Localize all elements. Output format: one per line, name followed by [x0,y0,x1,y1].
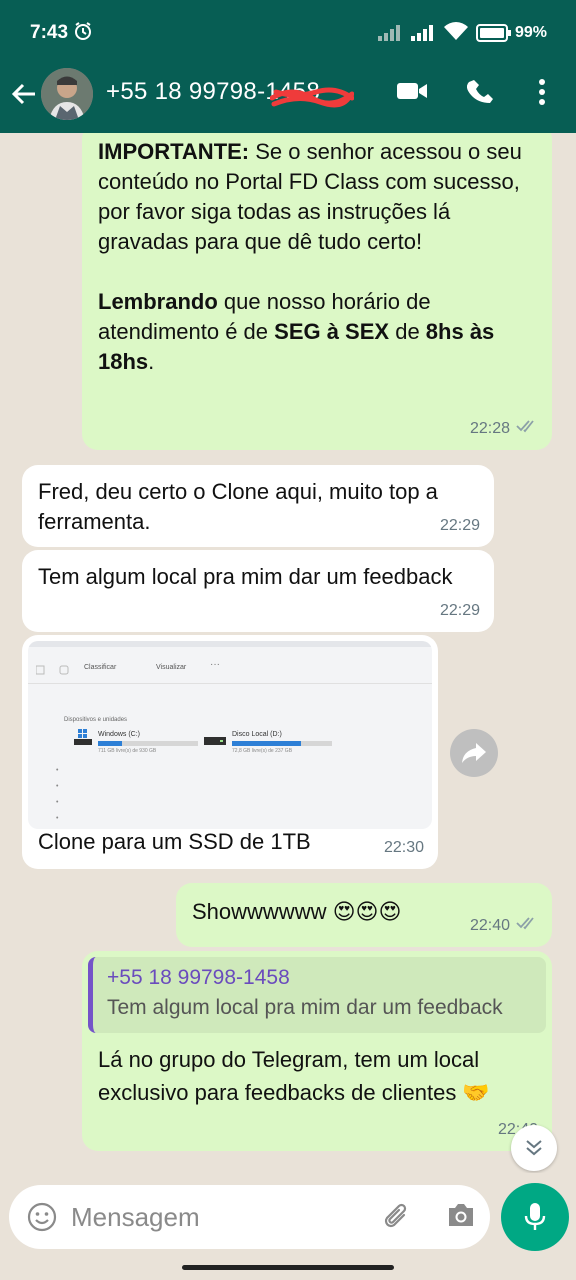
camera-icon[interactable] [446,1202,476,1233]
status-time: 7:43 [30,22,69,43]
message-time: 22:28 [469,420,510,437]
video-call-icon[interactable] [396,80,428,107]
alarm-icon [73,21,93,46]
message-meta: 22:30 [384,833,424,863]
voice-message-button[interactable] [501,1183,569,1251]
chat-area[interactable]: IMPORTANTE: Se o senhor acessou o seu co… [0,133,576,1173]
message-meta: 22:40 [470,911,538,941]
wifi-icon [443,20,469,47]
message-time: 22:30 [383,839,424,856]
message-text: de [389,319,426,344]
message-meta: 22:28 [470,414,538,444]
composer-field[interactable] [9,1185,490,1249]
drive2-name: Disco Local (D:) [232,731,282,738]
message-incoming-image[interactable]: Classificar Visualizar ··· Dispositivos … [22,635,438,869]
devices-section-label: Dispositivos e unidades [64,717,128,723]
microphone-icon [524,1203,546,1230]
message-text: . [148,349,155,374]
double-check-icon [516,911,538,941]
message-text: Lá no grupo do Telegram, tem um local ex… [98,1047,490,1105]
drive1-bar-fill [98,741,122,746]
forward-icon [462,743,486,763]
list-bullet-icon: • [56,767,59,774]
more-options-icon[interactable] [537,78,547,111]
forward-button[interactable] [450,729,498,777]
signal-icon [378,23,406,46]
toolbar-more-icon: ··· [210,659,220,670]
drive1-bar [98,741,198,746]
drive-windows-icon [74,729,92,745]
list-bullet-icon: • [56,783,59,790]
battery-level: 99% [515,24,548,41]
explorer-toolbar-icons [36,665,69,675]
gesture-navigation-bar [182,1265,394,1270]
toolbar-sort: Classificar [84,664,117,671]
message-outgoing-important[interactable]: IMPORTANTE: Se o senhor acessou o seu co… [82,133,552,450]
attach-icon[interactable] [382,1201,412,1238]
message-incoming[interactable]: Fred, deu certo o Clone aqui, muito top … [22,465,494,547]
drive-local-icon [204,737,226,745]
scroll-to-bottom-button[interactable] [511,1125,557,1171]
message-bold: SEG à SEX [274,319,390,344]
avatar[interactable] [41,68,93,120]
image-attachment[interactable]: Classificar Visualizar ··· Dispositivos … [28,641,432,829]
phone-call-icon[interactable] [466,78,495,111]
message-outgoing[interactable]: Showwwwww 😍😍😍 22:40 [176,883,552,947]
message-text: Tem algum local pra mim dar um feedback [38,564,453,589]
quoted-text: Tem algum local pra mim dar um feedback [107,996,503,1019]
drive2-space: 72,8 GB livre(s) de 237 GB [232,748,293,754]
image-caption: Clone para um SSD de 1TB [38,829,311,854]
message-meta: 22:29 [440,511,480,541]
message-time: 22:29 [439,602,480,619]
list-bullet-icon: • [56,815,59,822]
chat-header: +55 18 99798-1458 [0,66,576,133]
emoji-icon[interactable] [27,1202,57,1237]
double-chevron-down-icon [526,1140,542,1156]
message-meta: 22:29 [440,596,480,626]
message-text: Showwwwww 😍😍😍 [192,899,402,924]
toolbar-divider [28,683,432,684]
explorer-titlebar [28,641,432,647]
drive1-space: 711 GB livre(s) de 930 GB [98,748,157,754]
message-bold: IMPORTANTE: [98,139,250,164]
message-text: Fred, deu certo o Clone aqui, muito top … [38,479,438,534]
battery-icon [476,24,512,47]
quoted-message[interactable]: +55 18 99798-1458 Tem algum local pra mi… [88,957,546,1033]
message-input[interactable] [71,1199,371,1235]
message-outgoing-reply[interactable]: +55 18 99798-1458 Tem algum local pra mi… [82,951,552,1151]
signal-icon-2 [411,23,439,46]
message-bold: Lembrando [98,289,218,314]
double-check-icon [516,414,538,444]
back-arrow-icon[interactable] [10,80,38,113]
message-time: 22:29 [439,517,480,534]
message-incoming[interactable]: Tem algum local pra mim dar um feedback … [22,550,494,632]
status-bar: 7:43 99% [0,0,576,66]
list-bullet-icon: • [56,799,59,806]
composer-bar [0,1173,576,1280]
drive1-name: Windows (C:) [98,731,141,738]
redaction-scribble [269,84,355,115]
toolbar-view: Visualizar [156,664,187,671]
quoted-sender: +55 18 99798-1458 [107,966,290,989]
message-time: 22:40 [469,917,510,934]
drive2-bar [232,741,332,746]
drive2-bar-fill [232,741,301,746]
